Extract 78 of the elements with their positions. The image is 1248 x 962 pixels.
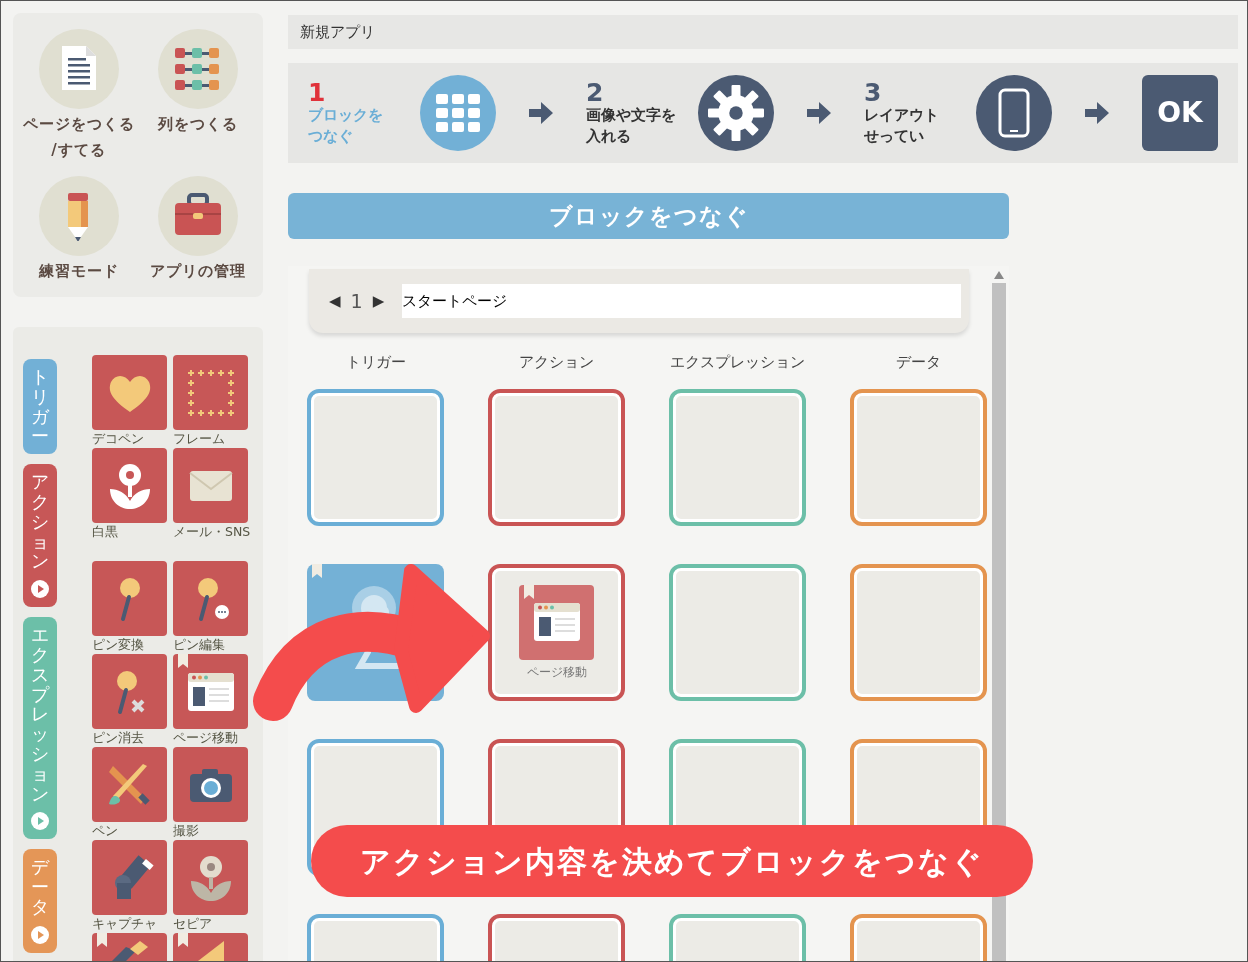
- block-label: ピン編集: [173, 636, 226, 654]
- arrow-icon: [1085, 102, 1109, 124]
- page-number: 1: [349, 288, 364, 314]
- block-label: セピア: [173, 915, 213, 933]
- block-tile[interactable]: [173, 747, 248, 822]
- block-tile[interactable]: [173, 840, 248, 915]
- block-label: ペン: [92, 822, 119, 840]
- menu-label[interactable]: 練習モード: [38, 261, 119, 282]
- bookmark-icon: [178, 654, 188, 668]
- block-slot[interactable]: [850, 564, 987, 701]
- column-header: データ: [895, 352, 942, 373]
- block-label: メール・SNS: [173, 523, 248, 541]
- phone-icon: [998, 88, 1030, 138]
- blocks-icon: [436, 94, 480, 132]
- block-tile[interactable]: [173, 355, 248, 430]
- step-text: せってい: [864, 125, 925, 147]
- settings-icon: [708, 85, 764, 141]
- block-tile[interactable]: [92, 840, 167, 915]
- menu-label[interactable]: ページをつくる: [22, 115, 135, 135]
- block-tile[interactable]: [519, 584, 594, 660]
- block-tile[interactable]: [173, 561, 248, 636]
- bookmark-icon: [524, 584, 534, 599]
- play-icon: [30, 924, 50, 945]
- block-tile[interactable]: [173, 448, 248, 523]
- block-label: キャプチャ: [92, 915, 158, 933]
- arrow-icon: [807, 102, 831, 124]
- previous-page-button[interactable]: ◀: [323, 289, 347, 313]
- section-header: ブロックをつなぐ: [288, 193, 1009, 239]
- step-text: ブロックを: [308, 104, 384, 126]
- step-text: 入れる: [586, 125, 632, 147]
- block-label: フレーム: [173, 430, 226, 448]
- block-slot[interactable]: [669, 389, 806, 526]
- step-text: レイアウト: [864, 104, 940, 126]
- page-title-field[interactable]: スタートページ: [402, 284, 961, 318]
- block-tile[interactable]: [173, 654, 248, 729]
- step-number: 3: [864, 79, 883, 105]
- block-label: 撮影: [173, 822, 200, 840]
- block-slot[interactable]: [669, 564, 806, 701]
- bookmark-icon: [312, 564, 322, 578]
- next-page-button[interactable]: ▶: [366, 289, 391, 313]
- scroll-up-icon: [994, 271, 1004, 279]
- arrow-icon: [529, 102, 553, 124]
- menu-label[interactable]: 列をつくる: [157, 115, 238, 135]
- step-text: 画像や文字を: [586, 104, 677, 126]
- app-title: 新規アプリ: [300, 21, 375, 43]
- block-slot[interactable]: [307, 389, 444, 526]
- block-label: ページ移動: [526, 663, 587, 681]
- column-header: トリガー: [344, 352, 407, 373]
- column-header: エクスプレッション: [669, 352, 806, 373]
- category-tab[interactable]: アクション: [23, 464, 57, 608]
- step-text: つなぐ: [308, 125, 354, 147]
- bookmark-icon: [97, 933, 107, 947]
- block-tile[interactable]: [92, 561, 167, 636]
- scrollbar[interactable]: [992, 283, 1006, 961]
- block-label: デコペン: [92, 430, 145, 448]
- ok-button[interactable]: OK: [1142, 75, 1218, 151]
- block-label: ページ移動: [173, 729, 239, 747]
- step-number: 1: [308, 79, 327, 105]
- block-slot[interactable]: [488, 389, 625, 526]
- block-label: ピン消去: [92, 729, 145, 747]
- block-tile[interactable]: [92, 654, 167, 729]
- play-icon: [30, 811, 50, 832]
- block-tile[interactable]: [92, 747, 167, 822]
- block-label: ピン変換: [92, 636, 145, 654]
- step-number: 2: [586, 79, 605, 105]
- menu-label[interactable]: アプリの管理: [149, 261, 246, 282]
- block-slot[interactable]: ページ移動: [488, 564, 625, 701]
- bookmark-icon: [178, 933, 188, 947]
- play-icon: [30, 579, 50, 600]
- block-tile[interactable]: [92, 448, 167, 523]
- frame-icon: [185, 367, 236, 418]
- brush-icon: [111, 941, 148, 961]
- block-tile[interactable]: [92, 355, 167, 430]
- block-slot[interactable]: [850, 389, 987, 526]
- menu-label[interactable]: /すてる: [22, 140, 135, 160]
- column-header: アクション: [518, 352, 595, 373]
- block-label: 白黒: [92, 523, 119, 541]
- hint-tooltip: アクション内容を決めてブロックをつなぐ: [311, 825, 1033, 897]
